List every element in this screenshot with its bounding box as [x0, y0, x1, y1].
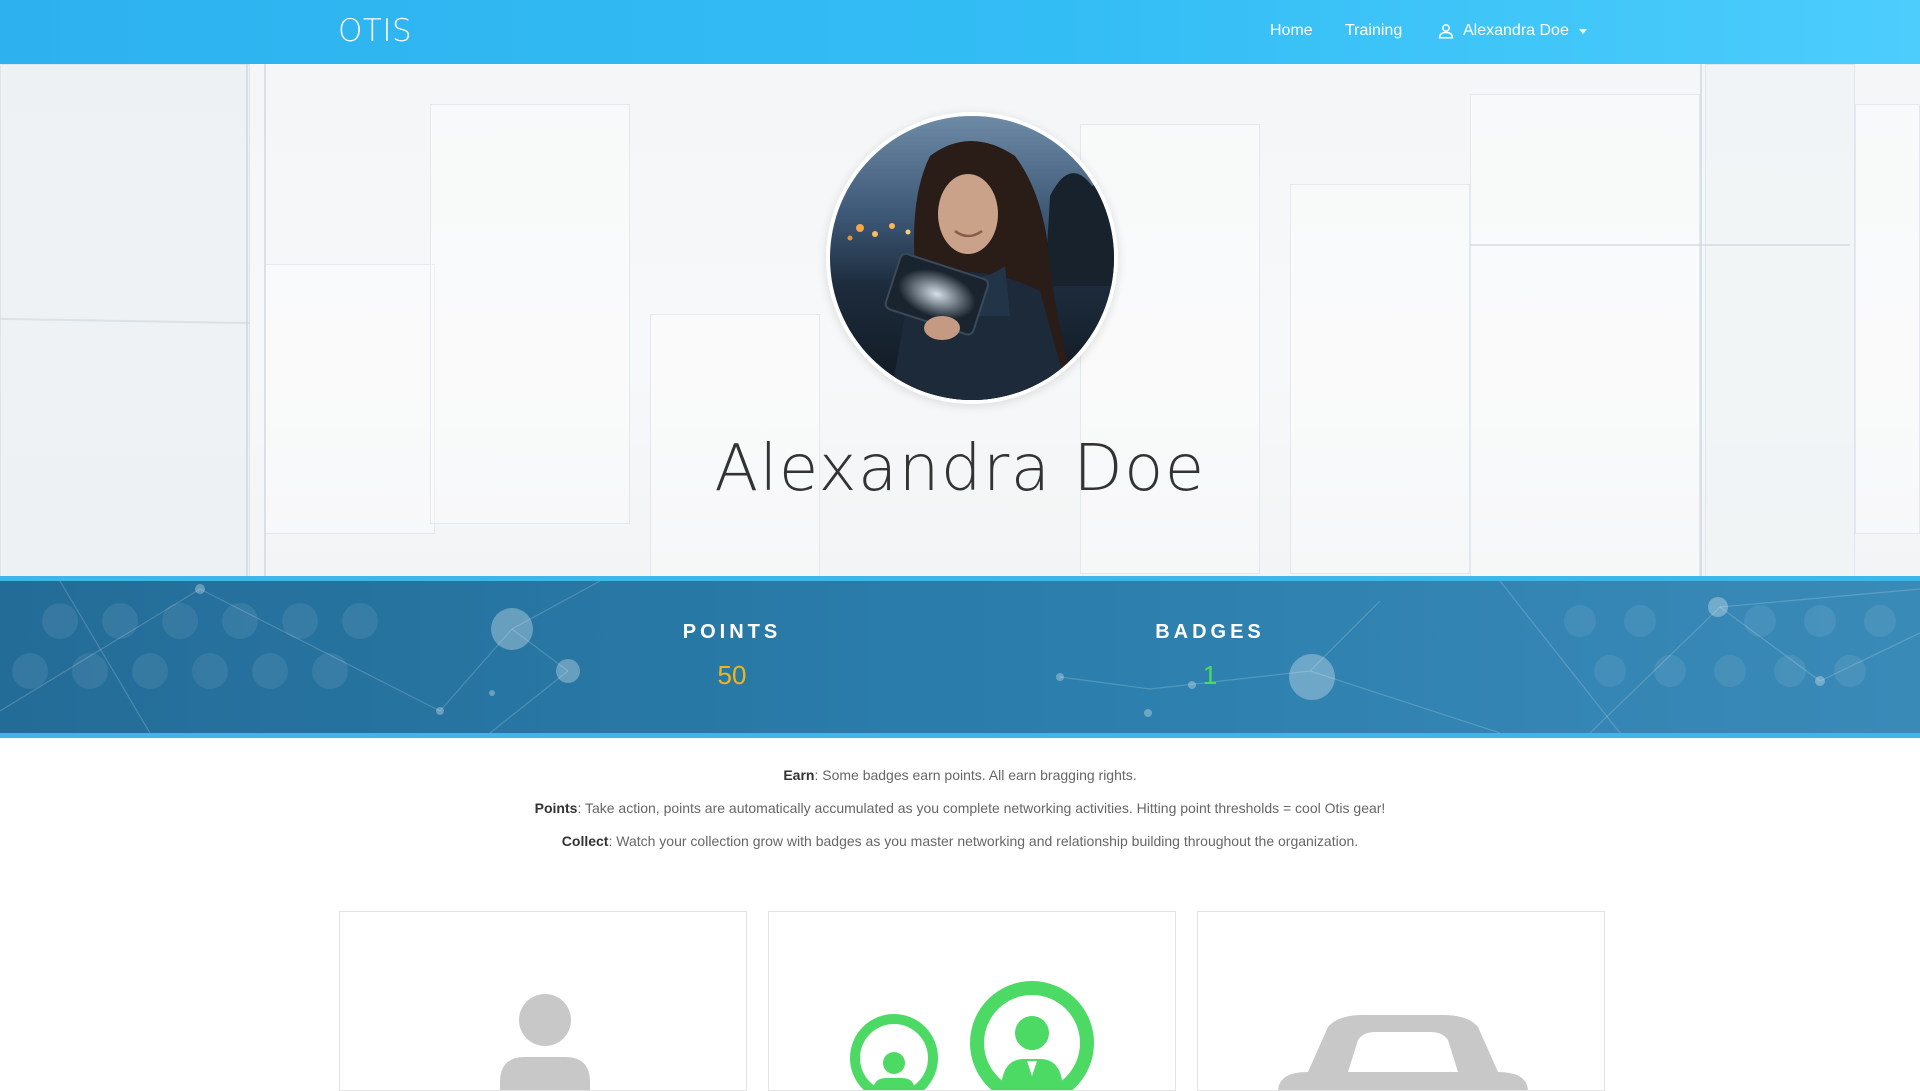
avatar-frame: [826, 112, 1118, 404]
avatar[interactable]: [830, 116, 1114, 400]
nav-home-link[interactable]: Home: [1270, 22, 1313, 40]
badges-label: BADGES: [1155, 621, 1265, 643]
navbar: OTIS Home Training Alexandra Doe: [0, 0, 1920, 64]
caret-down-icon: [1578, 28, 1587, 34]
badge-card[interactable]: [1197, 911, 1605, 1091]
brand-logo[interactable]: OTIS: [338, 13, 412, 49]
background-panel: [1080, 124, 1260, 574]
network-pattern-background: [0, 581, 1920, 733]
points-value: 50: [717, 660, 747, 690]
badges-value: 1: [1202, 660, 1218, 690]
badges-stat: BADGES 1: [1060, 621, 1360, 691]
person-badge-icon: [500, 994, 590, 1090]
profile-hero: Alexandra Doe: [0, 64, 1920, 578]
points-label: POINTS: [682, 621, 782, 643]
points-info-label: Points: [534, 800, 578, 816]
earn-text: : Some badges earn points. All earn brag…: [814, 767, 1137, 783]
background-line: [1470, 244, 1850, 246]
background-panel: [1290, 184, 1470, 574]
earn-info: Earn: Some badges earn points. All earn …: [0, 768, 1920, 783]
user-menu-label: Alexandra Doe: [1463, 22, 1569, 39]
badge-card[interactable]: [768, 911, 1176, 1091]
user-menu-dropdown[interactable]: Alexandra Doe: [1437, 22, 1587, 40]
earn-label: Earn: [783, 767, 815, 783]
nav-training-link[interactable]: Training: [1345, 22, 1402, 40]
collect-text: : Watch your collection grow with badges…: [608, 833, 1359, 849]
points-info-text: : Take action, points are automatically …: [577, 800, 1386, 816]
collect-info: Collect: Watch your collection grow with…: [0, 834, 1920, 849]
profile-name: Alexandra Doe: [714, 432, 1206, 506]
points-stat: POINTS 50: [582, 621, 882, 691]
stats-band: POINTS 50 BADGES 1: [0, 576, 1920, 738]
network-badge-icon: [850, 981, 1094, 1090]
collect-label: Collect: [561, 833, 609, 849]
car-badge-icon: [1278, 1015, 1528, 1090]
badge-card[interactable]: [339, 911, 747, 1091]
info-section: Earn: Some badges earn points. All earn …: [0, 768, 1920, 867]
user-icon: [1438, 24, 1454, 39]
avatar-photo: [830, 116, 1114, 400]
points-info: Points: Take action, points are automati…: [0, 801, 1920, 816]
